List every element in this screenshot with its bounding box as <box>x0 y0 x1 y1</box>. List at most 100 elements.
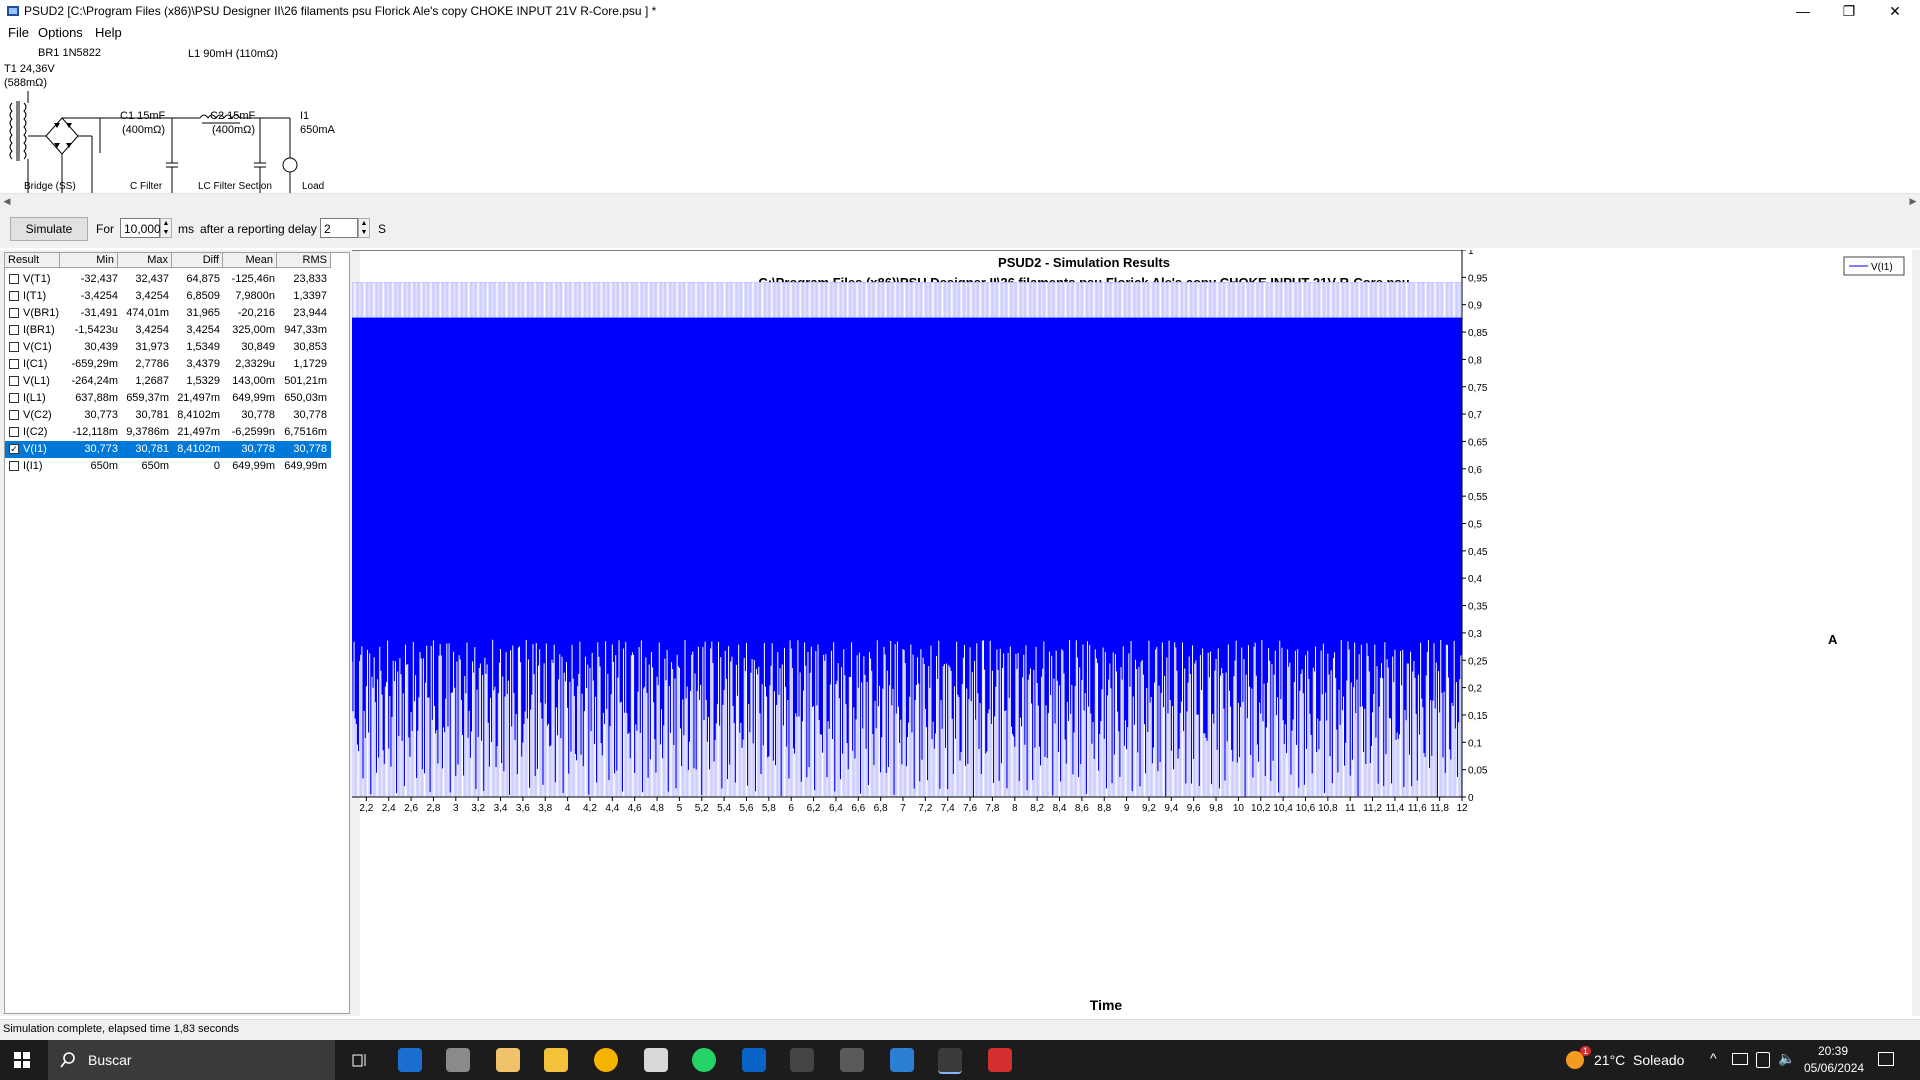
simulate-button[interactable]: Simulate <box>10 217 88 241</box>
title-bar: PSUD2 [C:\Program Files (x86)\PSU Design… <box>0 0 1920 22</box>
duration-input[interactable]: 10,000 <box>120 218 161 238</box>
store-icon[interactable] <box>398 1048 422 1072</box>
menu-options[interactable]: Options <box>38 25 83 40</box>
result-checkbox[interactable] <box>9 410 19 420</box>
network-icon[interactable] <box>1732 1053 1748 1065</box>
cell-mean: -20,216 <box>237 307 275 319</box>
minimize-button[interactable]: — <box>1780 0 1826 22</box>
acrobat-icon[interactable] <box>988 1048 1012 1072</box>
simulation-chart[interactable]: PSUD2 - Simulation Results C:\Program Fi… <box>302 246 1920 1016</box>
duration-spinner-icon[interactable]: ▲ ▼ <box>160 218 172 238</box>
battery-icon[interactable] <box>1756 1052 1770 1068</box>
table-row[interactable]: I(T1) -3,4254 3,4254 6,8509 7,9800n 1,3397 <box>5 288 331 305</box>
cell-min: 30,773 <box>84 409 118 421</box>
results-grid[interactable]: Result Min Max Diff Mean RMS V(T1) -32,43… <box>4 252 350 1014</box>
maximize-button[interactable]: ❐ <box>1826 0 1872 22</box>
delay-spinner-icon[interactable]: ▲ ▼ <box>358 218 370 238</box>
volume-icon[interactable]: 🔈 <box>1778 1050 1795 1067</box>
schematic-canvas[interactable]: BR1 1N5822 T1 24,36V (588mΩ) L1 90mH (11… <box>0 43 1920 193</box>
table-row[interactable]: I(C1) -659,29m 2,7786 3,4379 2,3329u 1,1729 <box>5 356 331 373</box>
x-tick-label: 5,2 <box>695 803 709 814</box>
choke-label: L1 90mH (110mΩ) <box>188 48 278 60</box>
psud2-taskbar-icon[interactable] <box>938 1048 962 1074</box>
scroll-left-icon[interactable]: ◀ <box>0 194 14 208</box>
status-bar: Simulation complete, elapsed time 1,83 s… <box>0 1019 1920 1041</box>
app-icon-chart[interactable] <box>890 1048 914 1072</box>
result-checkbox[interactable] <box>9 393 19 403</box>
whatsapp-icon[interactable] <box>692 1048 716 1072</box>
result-checkbox[interactable] <box>9 291 19 301</box>
cell-name: I(T1) <box>23 290 47 302</box>
col-result[interactable]: Result <box>5 253 60 268</box>
cell-rms: 649,99m <box>284 460 327 472</box>
x-tick-label: 10 <box>1233 803 1245 814</box>
result-checkbox[interactable] <box>9 376 19 386</box>
notes-icon[interactable] <box>496 1048 520 1072</box>
weather-text[interactable]: 21°C Soleado <box>1594 1052 1684 1068</box>
close-button[interactable]: ✕ <box>1872 0 1918 22</box>
table-row[interactable]: I(I1) 650m 650m 0 649,99m 649,99m <box>5 458 331 475</box>
windows-start-icon[interactable] <box>14 1052 30 1068</box>
col-rms[interactable]: RMS <box>277 253 331 268</box>
menu-help[interactable]: Help <box>95 25 122 40</box>
cell-mean: -125,46n <box>231 273 275 285</box>
cell-diff: 0 <box>213 460 220 472</box>
taskbar-search[interactable]: Buscar <box>48 1040 335 1080</box>
col-mean[interactable]: Mean <box>223 253 277 268</box>
result-checkbox[interactable]: ✓ <box>9 444 19 454</box>
y2-tick-label: 1 <box>1468 250 1474 257</box>
result-checkbox[interactable] <box>9 342 19 352</box>
table-row[interactable]: I(BR1) -1,5423u 3,4254 3,4254 325,00m 947,33m <box>5 322 331 339</box>
result-checkbox[interactable] <box>9 427 19 437</box>
x-tick-label: 4,8 <box>650 803 664 814</box>
cell-diff: 31,965 <box>186 307 220 319</box>
table-row[interactable]: V(C2) 30,773 30,781 8,4102m 30,778 30,778 <box>5 407 331 424</box>
result-checkbox[interactable] <box>9 308 19 318</box>
clock-date[interactable]: 05/06/2024 <box>1804 1061 1864 1075</box>
table-row[interactable]: V(L1) -264,24m 1,2687 1,5329 143,00m 501,21m <box>5 373 331 390</box>
file-explorer-icon[interactable] <box>544 1048 568 1072</box>
table-row[interactable]: V(BR1) -31,491 474,01m 31,965 -20,216 23,944 <box>5 305 331 322</box>
calculator-icon[interactable] <box>840 1048 864 1072</box>
cell-rms: 650,03m <box>284 392 327 404</box>
notifications-icon[interactable] <box>1878 1052 1894 1066</box>
ms-label: ms <box>178 222 194 236</box>
chrome-icon[interactable] <box>594 1048 618 1072</box>
circuit-diagram <box>9 91 298 193</box>
outlook-icon[interactable] <box>742 1048 766 1072</box>
cell-rms: 30,853 <box>293 341 327 353</box>
menu-file[interactable]: File <box>8 25 29 40</box>
x-tick-label: 9,8 <box>1209 803 1223 814</box>
y2-axis-label: A <box>1828 632 1838 647</box>
result-checkbox[interactable] <box>9 461 19 471</box>
table-row[interactable]: I(L1) 637,88m 659,37m 21,497m 649,99m 650,03m <box>5 390 331 407</box>
table-row[interactable]: ✓ V(I1) 30,773 30,781 8,4102m 30,778 30,778 <box>5 441 331 458</box>
table-row[interactable]: V(C1) 30,439 31,973 1,5349 30,849 30,853 <box>5 339 331 356</box>
app-icon-pen[interactable] <box>446 1048 470 1072</box>
table-row[interactable]: V(T1) -32,437 32,437 64,875 -125,46n 23,833 <box>5 271 331 288</box>
rectifier-label: BR1 1N5822 <box>38 47 101 59</box>
col-max[interactable]: Max <box>118 253 172 268</box>
delay-input[interactable]: 2 <box>320 218 358 238</box>
clock-time[interactable]: 20:39 <box>1818 1044 1848 1058</box>
x-tick-label: 11,4 <box>1386 803 1405 814</box>
result-checkbox[interactable] <box>9 359 19 369</box>
x-tick-label: 8,6 <box>1075 803 1089 814</box>
col-diff[interactable]: Diff <box>172 253 223 268</box>
results-panel: Result Min Max Diff Mean RMS V(T1) -32,43… <box>0 250 352 1016</box>
settings-icon[interactable] <box>790 1048 814 1072</box>
x-tick-label: 8,4 <box>1053 803 1067 814</box>
y2-tick-label: 0,9 <box>1468 301 1482 312</box>
result-checkbox[interactable] <box>9 274 19 284</box>
7zip-icon[interactable] <box>644 1048 668 1072</box>
x-tick-label: 8,2 <box>1030 803 1044 814</box>
legend[interactable]: V(I1) <box>1843 256 1905 276</box>
schematic-scrollbar[interactable]: ◀ ▶ <box>0 193 1920 209</box>
col-min[interactable]: Min <box>60 253 118 268</box>
task-view-icon[interactable] <box>352 1052 368 1068</box>
cell-min: -1,5423u <box>74 324 118 336</box>
result-checkbox[interactable] <box>9 325 19 335</box>
tray-chevron-icon[interactable]: ^ <box>1710 1050 1717 1066</box>
scroll-right-icon[interactable]: ▶ <box>1906 194 1920 208</box>
table-row[interactable]: I(C2) -12,118m 9,3786m 21,497m -6,2599n 6,751… <box>5 424 331 441</box>
